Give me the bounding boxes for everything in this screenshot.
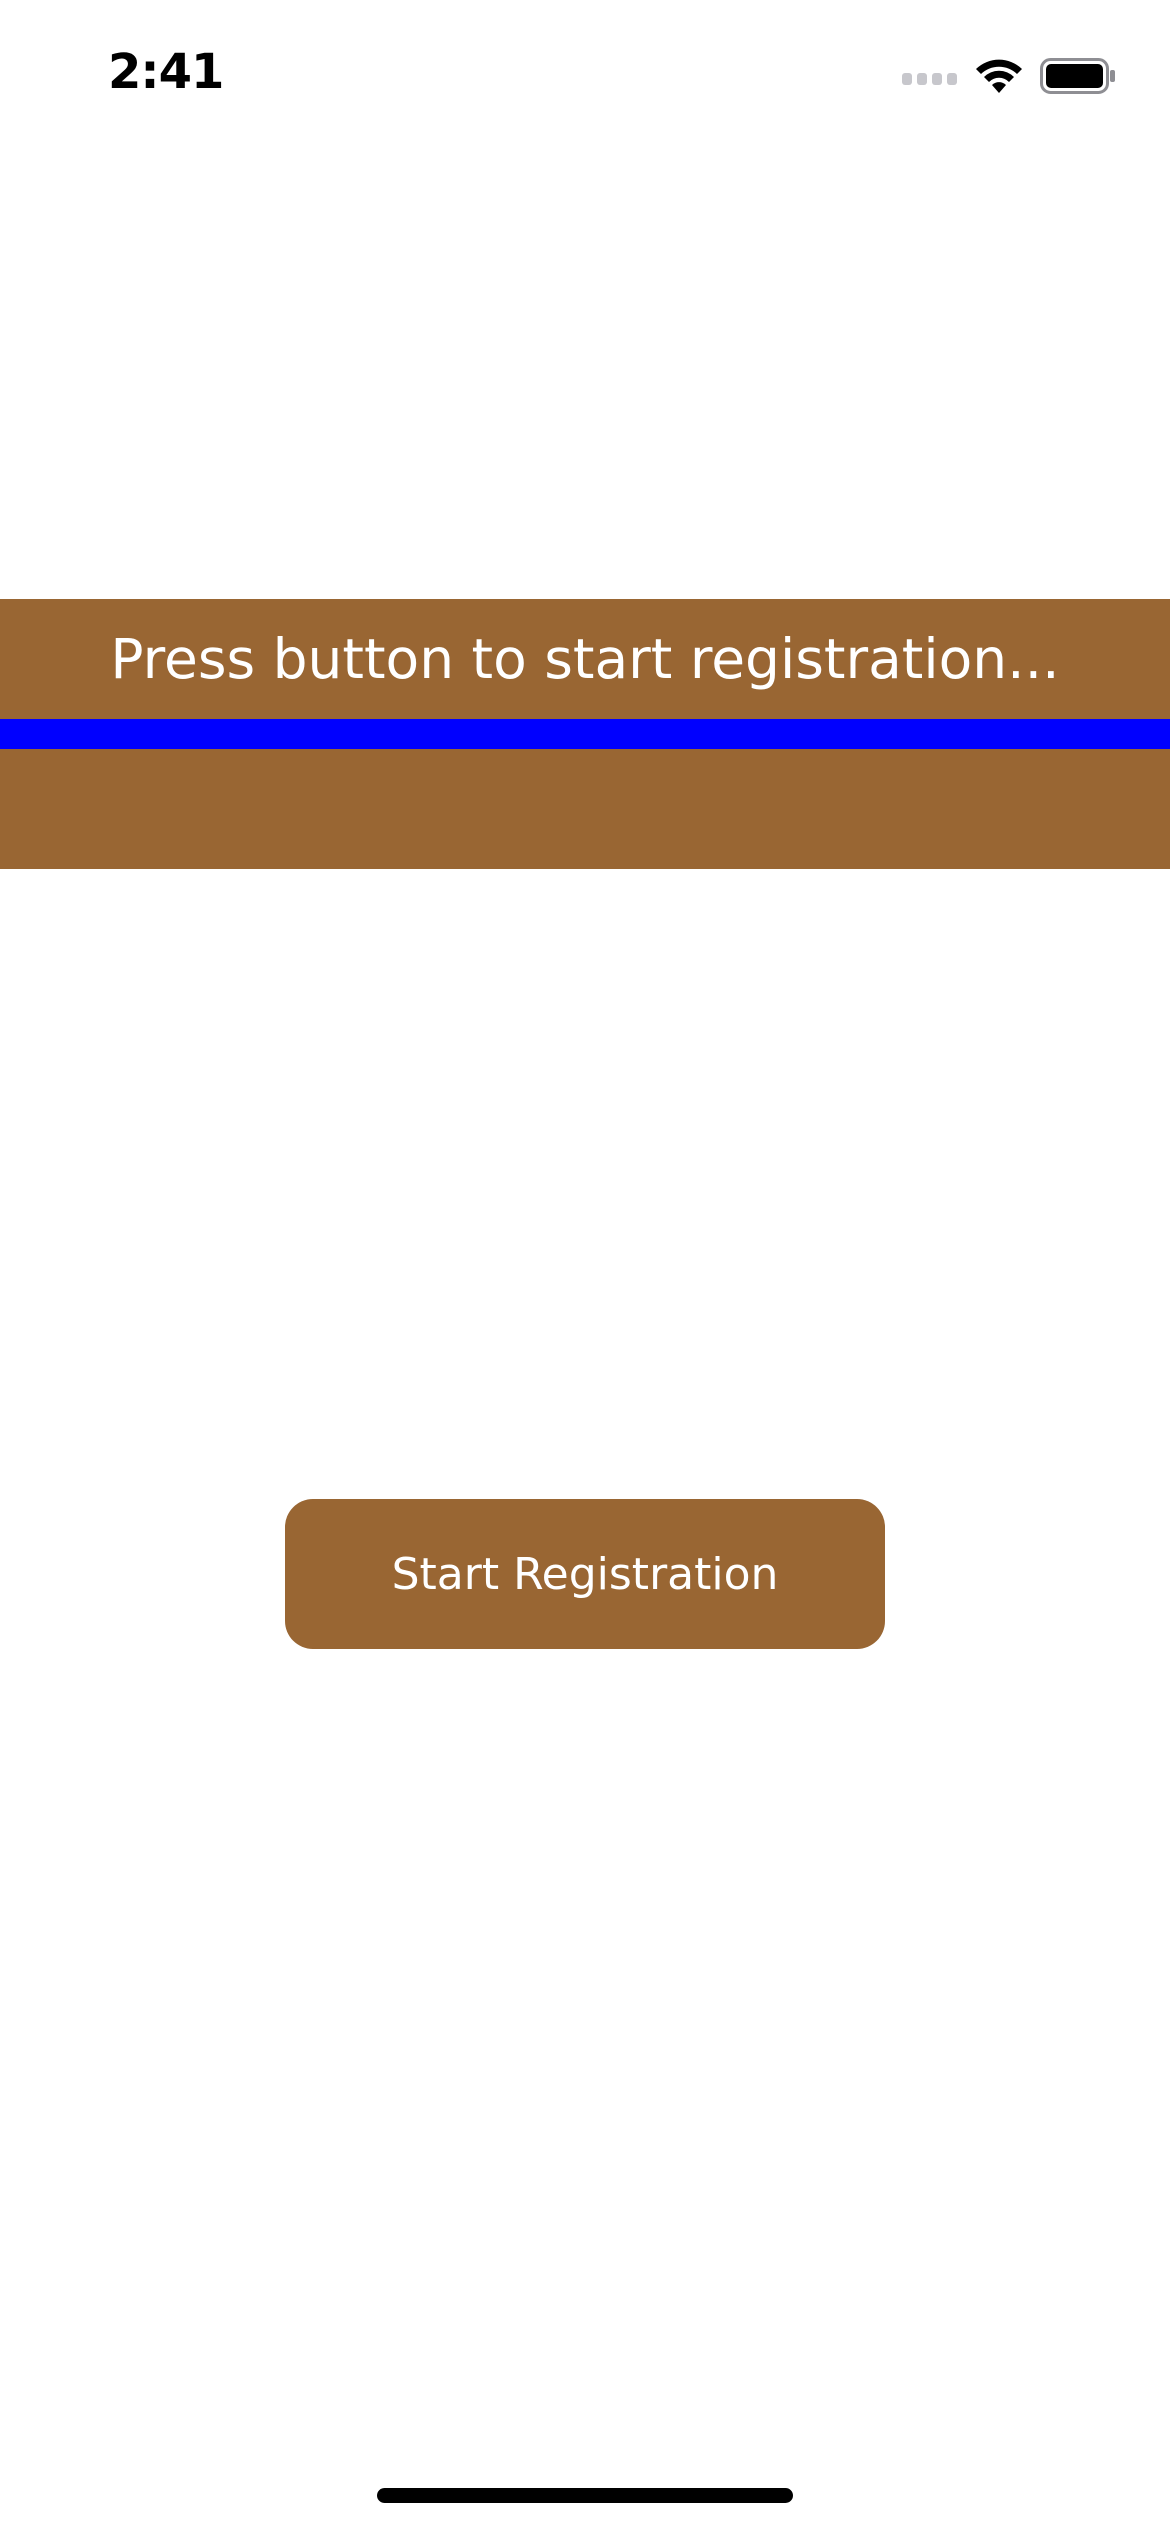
- registration-status-message: Press button to start registration...: [110, 627, 1060, 691]
- start-registration-button[interactable]: Start Registration: [285, 1499, 885, 1649]
- status-icons: [902, 52, 1116, 100]
- progress-bar-fill: [0, 719, 1170, 749]
- battery-icon: [1040, 58, 1116, 94]
- signal-icon: [902, 67, 958, 85]
- progress-bar: [0, 719, 1170, 749]
- wifi-icon: [974, 57, 1024, 95]
- status-bar: 2:41: [0, 0, 1170, 150]
- status-banner: Press button to start registration...: [0, 599, 1170, 869]
- home-indicator[interactable]: [377, 2488, 793, 2503]
- status-time: 2:41: [108, 44, 224, 100]
